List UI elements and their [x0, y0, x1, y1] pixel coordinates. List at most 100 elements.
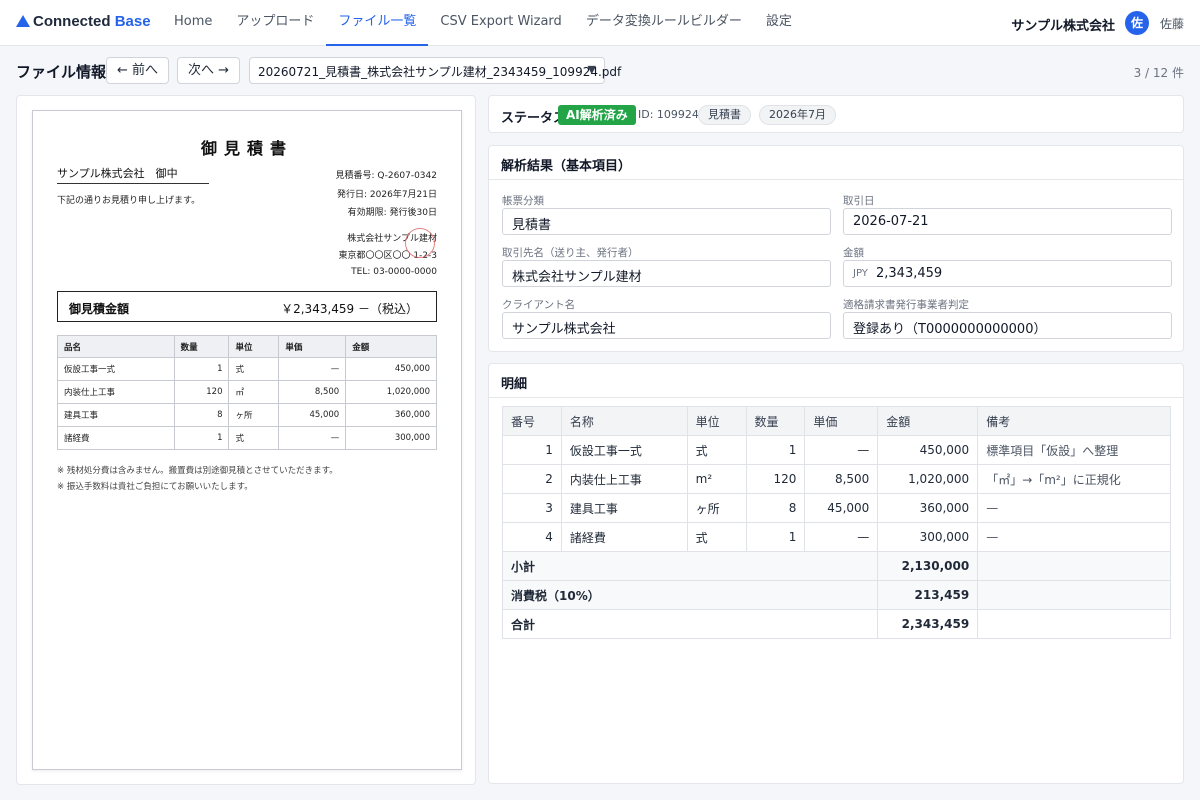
table-cell: m²	[686, 464, 747, 494]
table-cell	[977, 551, 1171, 581]
user-name[interactable]: 佐藤	[1160, 15, 1184, 32]
invoice-registration-field[interactable]: 登録あり（T0000000000000）	[843, 312, 1172, 339]
table-cell: 標準項目「仮設」へ整理	[977, 435, 1171, 465]
status-card: ステータス AI解析済み ID: 109924 見積書 2026年7月	[488, 95, 1184, 133]
total-row: 合計 2,343,459	[501, 609, 1171, 639]
table-cell: 2	[502, 464, 562, 494]
table-cell: 1	[502, 435, 562, 465]
table-row[interactable]: 2 内装仕上工事 m² 120 8,500 1,020,000 「㎡」→「m²」…	[502, 464, 1171, 494]
currency-prefix: JPY	[853, 268, 868, 279]
document-total-label: 御見積金額	[69, 302, 130, 316]
document-page: 御見積書 サンプル株式会社 御中 下記の通りお見積り申し上げます。 見積番号: …	[32, 110, 462, 770]
field-label: 取引日	[843, 195, 875, 207]
file-select[interactable]: 20260721_見積書_株式会社サンプル建材_2343459_109924.p…	[249, 57, 621, 84]
quote-number: 見積番号: Q-2607-0342	[335, 171, 437, 181]
nav-tab-upload[interactable]: アップロード	[224, 0, 326, 46]
table-row: 建具工事 8 ヶ所 45,000 360,000	[57, 403, 437, 427]
doc-type-tag: 見積書	[698, 105, 751, 125]
document-intro: 下記の通りお見積り申し上げます。	[57, 196, 201, 206]
status-label: ステータス	[501, 111, 567, 126]
table-cell: 式	[686, 435, 747, 465]
table-cell: 1,020,000	[877, 464, 979, 494]
table-cell: 45,000	[278, 403, 347, 427]
table-row[interactable]: 4 諸経費 式 1 — 300,000 —	[502, 522, 1171, 552]
table-cell: 仮設工事一式	[57, 357, 175, 381]
note-line: ※ 残材処分費は含みません。搬置費は別途御見積とさせていただきます。	[57, 466, 338, 476]
document-total-box: 御見積金額 ￥2,343,459 －（税込）	[57, 291, 437, 322]
company-name: サンプル株式会社	[1011, 19, 1115, 34]
status-badge: AI解析済み	[558, 105, 636, 125]
column-header: 備考	[977, 406, 1171, 436]
table-row: 内装仕上工事 120 ㎡ 8,500 1,020,000	[57, 380, 437, 404]
table-row[interactable]: 3 建具工事 ヶ所 8 45,000 360,000 —	[502, 493, 1171, 523]
table-header-row: 品名 数量 単位 単価 金額	[57, 335, 437, 358]
table-cell: 4	[502, 522, 562, 552]
column-header: 単位	[686, 406, 747, 436]
line-items-table: 番号 名称 単位 数量 単価 金額 備考 1 仮設工事一式 式 1 — 450,…	[501, 406, 1171, 639]
table-cell: 式	[686, 522, 747, 552]
field-label: クライアント名	[502, 299, 576, 311]
table-cell: 建具工事	[57, 403, 175, 427]
card-header: 明細	[489, 364, 1183, 398]
table-cell: —	[278, 426, 347, 450]
table-cell: 3	[502, 493, 562, 523]
document-title: 御見積書	[200, 139, 293, 158]
table-cell: 300,000	[877, 522, 979, 552]
table-cell: 1,020,000	[345, 380, 437, 404]
table-cell: ヶ所	[228, 403, 280, 427]
table-cell: 120	[173, 380, 230, 404]
subtotal-value: 2,130,000	[877, 551, 979, 581]
tax-value: 213,459	[877, 580, 979, 610]
table-cell: 450,000	[877, 435, 979, 465]
document-notes: ※ 残材処分費は含みません。搬置費は別途御見積とさせていただきます。 ※ 振込手…	[57, 463, 338, 495]
tax-row: 消費税（10%） 213,459	[501, 580, 1171, 610]
next-button[interactable]: 次へ →	[177, 57, 241, 84]
client-name-field[interactable]: サンプル株式会社	[502, 312, 831, 339]
issuer-tel: TEL: 03-0000-0000	[351, 267, 437, 277]
document-id: ID: 109924	[638, 108, 699, 121]
company-seal-stamp	[405, 228, 435, 258]
table-cell: 1	[745, 435, 806, 465]
table-cell: 8,500	[278, 380, 347, 404]
period-tag: 2026年7月	[759, 105, 836, 125]
column-header: 番号	[502, 406, 562, 436]
column-header: 単価	[804, 406, 879, 436]
user-avatar[interactable]: 佐	[1125, 11, 1149, 35]
nav-tab-rule-builder[interactable]: データ変換ルールビルダー	[574, 0, 754, 46]
field-label: 取引先名（送り主、発行者）	[502, 247, 639, 259]
table-cell: ヶ所	[686, 493, 747, 523]
document-preview-panel: 御見積書 サンプル株式会社 御中 下記の通りお見積り申し上げます。 見積番号: …	[16, 95, 476, 785]
table-cell: 内装仕上工事	[560, 464, 688, 494]
partner-name-field[interactable]: 株式会社サンプル建材	[502, 260, 831, 287]
table-cell: 450,000	[345, 357, 437, 381]
nav-tab-file-list[interactable]: ファイル一覧	[326, 0, 429, 46]
table-cell: 式	[228, 357, 280, 381]
table-cell: —	[977, 493, 1171, 523]
document-total-value: ￥2,343,459 －（税込）	[281, 302, 418, 316]
doc-type-field[interactable]: 見積書	[502, 208, 831, 235]
table-cell: ㎡	[228, 380, 280, 404]
table-row[interactable]: 1 仮設工事一式 式 1 — 450,000 標準項目「仮設」へ整理	[502, 435, 1171, 465]
table-cell: 8	[173, 403, 230, 427]
field-label: 金額	[843, 247, 864, 259]
field-value: 2026-07-21	[853, 214, 929, 229]
trade-date-field[interactable]: 2026-07-21	[843, 208, 1172, 235]
table-cell: 建具工事	[560, 493, 688, 523]
field-value: 登録あり（T0000000000000）	[853, 322, 1047, 337]
field-label: 帳票分類	[502, 195, 544, 207]
subtotal-label: 小計	[501, 551, 879, 581]
table-cell: —	[804, 522, 879, 552]
basic-fields-card: 解析結果（基本項目） 帳票分類 見積書 取引日 2026-07-21 取引先名（…	[488, 145, 1184, 352]
nav-tabs: Home アップロード ファイル一覧 CSV Export Wizard データ…	[162, 0, 804, 46]
table-cell: 1	[745, 522, 806, 552]
nav-tab-settings[interactable]: 設定	[754, 0, 804, 46]
table-cell: 式	[228, 426, 280, 450]
document-items-table: 品名 数量 単位 単価 金額 仮設工事一式 1 式 — 450,000 内装仕上…	[57, 335, 437, 450]
app-logo[interactable]: Connected Base	[16, 13, 151, 30]
table-cell: 8	[745, 493, 806, 523]
nav-tab-csv-export[interactable]: CSV Export Wizard	[428, 0, 573, 46]
total-label: 合計	[501, 609, 879, 639]
prev-button[interactable]: ← 前へ	[106, 57, 170, 84]
nav-tab-home[interactable]: Home	[162, 0, 224, 46]
amount-field[interactable]: JPY 2,343,459	[843, 260, 1172, 287]
